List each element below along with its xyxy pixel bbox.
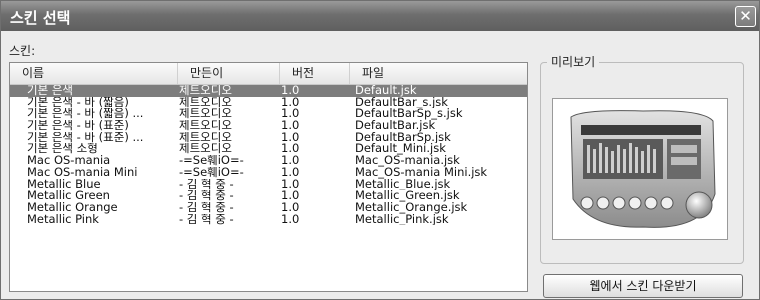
column-header-name[interactable]: 이름 bbox=[10, 63, 178, 84]
skin-author-cell: - 김 혁 중 - bbox=[179, 213, 234, 226]
close-button[interactable]: ✕ bbox=[735, 6, 756, 27]
skin-file-cell: Metallic_Green.jsk bbox=[355, 190, 460, 202]
skin-version-cell: 1.0 bbox=[281, 201, 300, 214]
skin-version-cell: 1.0 bbox=[281, 120, 300, 132]
skin-version-cell: 1.0 bbox=[281, 96, 300, 109]
skin-version-cell: 1.0 bbox=[281, 190, 300, 202]
skin-list[interactable]: 이름 만든이 버전 파일 기본 은색 제트오디오 1.0 Default.jsk 기본 … bbox=[9, 62, 528, 292]
list-item[interactable]: Mac OS-mania -=Se훼iO=- 1.0 Mac_OS-mania.jsk bbox=[10, 155, 527, 167]
skin-name-cell: Metallic Orange bbox=[27, 201, 118, 214]
skin-name-cell: Mac OS-mania Mini bbox=[27, 166, 138, 179]
skin-author-cell: - 김 혁 중 - bbox=[179, 178, 234, 191]
skin-author-cell: - 김 혁 중 - bbox=[179, 190, 234, 202]
skin-version-cell: 1.0 bbox=[281, 178, 300, 191]
skin-file-cell: Metallic_Blue.jsk bbox=[355, 178, 451, 191]
preview-image bbox=[552, 98, 728, 240]
list-item[interactable]: Metallic Blue - 김 혁 중 - 1.0 Metallic_Blue.j… bbox=[10, 179, 527, 191]
skin-author-cell: -=Se훼iO=- bbox=[179, 166, 244, 179]
skin-file-cell: Mac_OS-mania Mini.jsk bbox=[355, 166, 488, 179]
column-header-version[interactable]: 버전 bbox=[280, 63, 350, 84]
skin-author-cell: - 김 혁 중 - bbox=[179, 201, 234, 214]
list-item[interactable]: 기본 은색 - 바 (표준) ... 제트오디오 1.0 DefaultBarSp.j… bbox=[10, 132, 527, 144]
list-item[interactable]: 기본 은색 - 바 (표준) 제트오디오 1.0 DefaultBar.jsk bbox=[10, 120, 527, 132]
skin-name-cell: Metallic Blue bbox=[27, 178, 101, 191]
preview-label: 미리보기 bbox=[547, 53, 600, 70]
list-item[interactable]: 기본 은색 - 바 (짧음) 제트오디오 1.0 DefaultBar_s.jsk bbox=[10, 97, 527, 109]
skin-version-cell: 1.0 bbox=[281, 131, 300, 144]
skin-list-label: 스킨: bbox=[9, 44, 36, 58]
skin-name-cell: 기본 은색 - 바 (표준) ... bbox=[27, 131, 144, 144]
skin-name-cell: 기본 은색 - 바 (짧음) ... bbox=[27, 108, 144, 121]
skin-version-cell: 1.0 bbox=[281, 85, 300, 97]
skin-name-cell: 기본 은색 bbox=[27, 85, 73, 97]
list-item[interactable]: Metallic Orange - 김 혁 중 - 1.0 Metallic_Oran… bbox=[10, 202, 527, 214]
skin-file-cell: Default_Mini.jsk bbox=[355, 143, 446, 156]
skin-file-cell: DefaultBar.jsk bbox=[355, 120, 436, 132]
skin-version-cell: 1.0 bbox=[281, 166, 300, 179]
skin-version-cell: 1.0 bbox=[281, 143, 300, 156]
skin-file-cell: DefaultBarSp.jsk bbox=[355, 131, 451, 144]
skin-name-cell: Mac OS-mania bbox=[27, 155, 111, 167]
skin-version-cell: 1.0 bbox=[281, 155, 300, 167]
download-skins-button[interactable]: 웹에서 스킨 다운받기 bbox=[543, 274, 743, 298]
list-rows: 기본 은색 제트오디오 1.0 Default.jsk 기본 은색 - 바 (짧음) 제트… bbox=[10, 85, 527, 225]
column-header-author[interactable]: 만든이 bbox=[178, 63, 280, 84]
skin-author-cell: -=Se훼iO=- bbox=[179, 155, 244, 167]
skin-name-cell: Metallic Pink bbox=[27, 213, 99, 226]
list-item[interactable]: 기본 은색 소형 제트오디오 1.0 Default_Mini.jsk bbox=[10, 143, 527, 155]
list-header: 이름 만든이 버전 파일 bbox=[10, 63, 527, 85]
skin-author-cell: 제트오디오 bbox=[179, 108, 232, 121]
skin-name-cell: 기본 은색 소형 bbox=[27, 143, 98, 156]
skin-file-cell: DefaultBar_s.jsk bbox=[355, 96, 448, 109]
skin-name-cell: Metallic Green bbox=[27, 190, 110, 202]
skin-author-cell: 제트오디오 bbox=[179, 96, 232, 109]
skin-author-cell: 제트오디오 bbox=[179, 85, 232, 97]
column-header-file[interactable]: 파일 bbox=[350, 63, 527, 84]
skin-author-cell: 제트오디오 bbox=[179, 143, 232, 156]
skin-name-cell: 기본 은색 - 바 (표준) bbox=[27, 120, 129, 132]
skin-version-cell: 1.0 bbox=[281, 108, 300, 121]
skin-author-cell: 제트오디오 bbox=[179, 131, 232, 144]
skin-version-cell: 1.0 bbox=[281, 213, 300, 226]
title-bar: 스킨 선택 ✕ bbox=[1, 1, 759, 31]
skin-file-cell: DefaultBarSp_s.jsk bbox=[355, 108, 463, 121]
list-item[interactable]: Metallic Green - 김 혁 중 - 1.0 Metallic_Green… bbox=[10, 190, 527, 202]
skin-file-cell: Mac_OS-mania.jsk bbox=[355, 155, 460, 167]
list-item[interactable]: 기본 은색 - 바 (짧음) ... 제트오디오 1.0 DefaultBarSp_s… bbox=[10, 108, 527, 120]
window-title: 스킨 선택 bbox=[10, 9, 71, 27]
list-item[interactable]: Mac OS-mania Mini -=Se훼iO=- 1.0 Mac_OS-mani… bbox=[10, 167, 527, 179]
list-item[interactable]: 기본 은색 제트오디오 1.0 Default.jsk bbox=[10, 85, 527, 97]
skin-file-cell: Metallic_Orange.jsk bbox=[355, 201, 468, 214]
skin-name-cell: 기본 은색 - 바 (짧음) bbox=[27, 96, 129, 109]
skin-file-cell: Default.jsk bbox=[355, 85, 417, 97]
skin-author-cell: 제트오디오 bbox=[179, 120, 232, 132]
skin-file-cell: Metallic_Pink.jsk bbox=[355, 213, 449, 226]
list-item[interactable]: Metallic Pink - 김 혁 중 - 1.0 Metallic_Pink.j… bbox=[10, 214, 527, 226]
skin-preview-graphic bbox=[570, 110, 716, 228]
